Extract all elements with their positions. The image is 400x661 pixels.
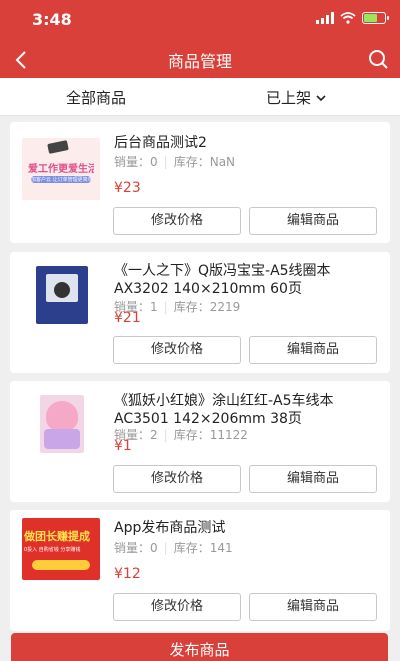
edit-price-button[interactable]: 修改价格 — [113, 465, 241, 493]
product-title: 后台商品测试2 — [114, 135, 207, 151]
filter-all-products[interactable]: 全部商品 — [66, 87, 126, 108]
product-thumbnail — [22, 393, 100, 455]
product-thumbnail: 做团长赚提成 0投入 自购省钱 分享赚钱 — [22, 518, 100, 580]
product-stats: 销量：0 | 库存：NaN — [114, 155, 236, 169]
filter-bar: 全部商品 已上架 — [0, 78, 400, 116]
product-card: 《狐妖小红娘》涂山红红-A5车线本AC3501 142×206mm 38页 销量… — [10, 381, 390, 502]
edit-price-button[interactable]: 修改价格 — [113, 593, 241, 621]
filter-status-dropdown[interactable]: 已上架 — [266, 87, 327, 108]
edit-price-button[interactable]: 修改价格 — [113, 207, 241, 235]
publish-product-button[interactable]: 发布商品 — [11, 633, 388, 661]
status-bar: 3:48 — [0, 0, 400, 40]
search-icon[interactable] — [366, 47, 390, 71]
edit-product-button[interactable]: 编辑商品 — [249, 465, 377, 493]
status-time: 3:48 — [32, 10, 72, 29]
battery-icon — [362, 12, 389, 24]
wifi-icon — [340, 12, 356, 24]
edit-product-button[interactable]: 编辑商品 — [249, 336, 377, 364]
product-price: ¥23 — [114, 180, 141, 196]
product-stats: 销量：0 | 库存：141 — [114, 541, 233, 555]
product-card: 《一人之下》Q版冯宝宝-A5线圈本AX3202 140×210mm 60页 销量… — [10, 252, 390, 373]
thumbnail-subcaption: 0投入 自购省钱 分享赚钱 — [24, 547, 81, 553]
chevron-down-icon — [316, 94, 326, 101]
product-title: 《狐妖小红娘》涂山红红-A5车线本AC3501 142×206mm 38页 — [114, 393, 334, 427]
product-price: ¥21 — [114, 310, 141, 326]
thumbnail-caption: 做团长赚提成 — [24, 530, 90, 543]
product-price: ¥1 — [114, 438, 132, 454]
product-title: 《一人之下》Q版冯宝宝-A5线圈本AX3202 140×210mm 60页 — [114, 263, 331, 297]
product-price: ¥12 — [114, 566, 141, 582]
product-title: App发布商品测试 — [114, 520, 226, 536]
product-thumbnail — [22, 264, 100, 326]
filter-status-label: 已上架 — [266, 89, 312, 107]
product-thumbnail: 爱工作更爱生活 加客户云 让订单管理更简单 — [22, 138, 100, 200]
thumbnail-subcaption: 加客户云 让订单管理更简单 — [31, 176, 91, 183]
page-title: 商品管理 — [167, 52, 232, 71]
nav-bar: 商品管理 — [0, 40, 400, 78]
status-icons — [316, 12, 389, 24]
edit-product-button[interactable]: 编辑商品 — [249, 593, 377, 621]
thumbnail-caption: 爱工作更爱生活 — [28, 164, 94, 175]
product-card: 爱工作更爱生活 加客户云 让订单管理更简单 后台商品测试2 销量：0 | 库存：Na… — [10, 122, 390, 243]
product-card: 做团长赚提成 0投入 自购省钱 分享赚钱 App发布商品测试 销量：0 | 库存：1… — [10, 510, 390, 631]
signal-icon — [316, 12, 334, 24]
edit-product-button[interactable]: 编辑商品 — [249, 207, 377, 235]
edit-price-button[interactable]: 修改价格 — [113, 336, 241, 364]
product-stats: 销量：2 | 库存：11122 — [114, 428, 248, 442]
